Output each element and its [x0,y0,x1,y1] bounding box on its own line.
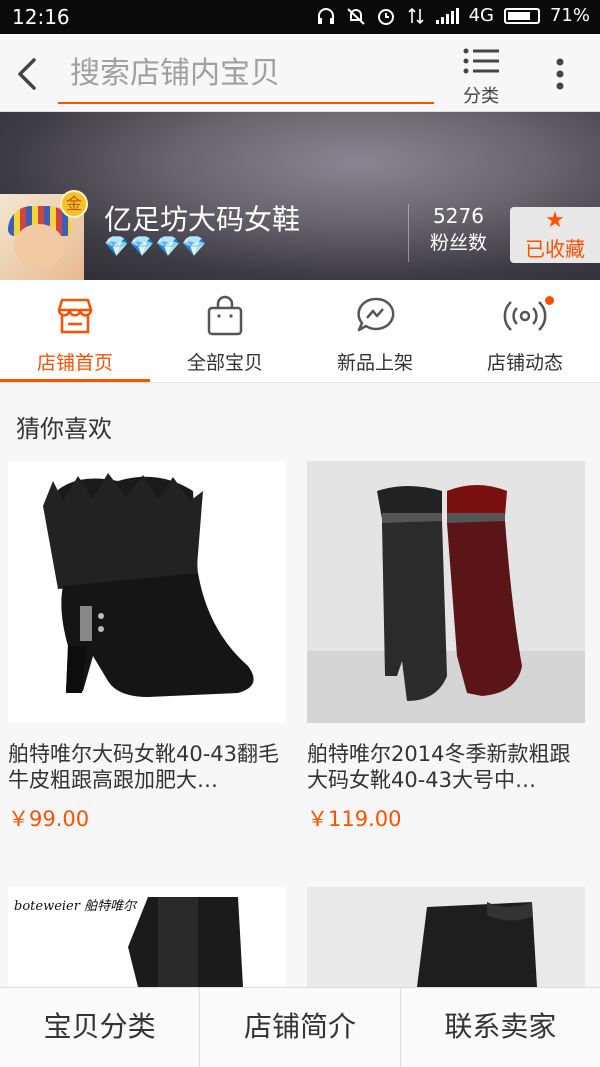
tab-shop-news[interactable]: 店铺动态 [450,280,600,382]
tab-label: 全部宝贝 [186,352,263,374]
product-image[interactable] [307,461,585,723]
search-box [58,44,434,104]
contact-seller-button[interactable]: 联系卖家 [401,988,600,1067]
black-boot-image [8,461,286,723]
category-label: 分类 [463,86,499,107]
recommendations-section: 猜你喜欢 舶特唯尔大码女靴40-43翻毛牛皮粗跟高跟加肥大… ￥99.00 舶特… [0,383,600,987]
product-card[interactable] [307,887,587,987]
product-card[interactable]: 舶特唯尔2014冬季新款粗跟大码女靴40-43大号中… ￥119.00 [307,461,587,833]
tab-label: 店铺首页 [36,352,113,374]
two-boots-image [307,461,585,723]
product-title[interactable]: 舶特唯尔2014冬季新款粗跟大码女靴40-43大号中… [307,741,587,793]
brand-logo: boteweier 舶特唯尔 [14,899,137,914]
star-icon: ★ [545,208,565,233]
battery-level: 71% [549,5,590,26]
tab-label: 新品上架 [336,352,413,374]
search-header: 分类 [0,34,600,112]
fans-label: 粉丝数 [429,232,487,254]
alarm-icon [377,8,394,25]
signal-icon [435,7,459,24]
status-bar: 12:16 4G 71% [0,0,600,34]
tab-all-items[interactable]: 全部宝贝 [150,280,300,382]
new-arrival-icon [357,297,395,332]
more-vertical-icon[interactable] [546,54,574,94]
tab-new-arrivals[interactable]: 新品上架 [300,280,450,382]
tab-label: 店铺动态 [486,352,563,374]
back-arrow-icon[interactable] [12,54,42,94]
section-title: 猜你喜欢 [16,415,112,443]
collect-button[interactable]: ★ 已收藏 [510,207,600,263]
mute-bell-icon [346,7,365,25]
product-card[interactable]: 舶特唯尔大码女靴40-43翻毛牛皮粗跟高跟加肥大… ￥99.00 [8,461,288,833]
status-time: 12:16 [12,5,70,29]
battery-icon [503,7,540,24]
shop-banner: 金 亿足坊大码女鞋 💎💎💎💎 5276 粉丝数 ★ 已收藏 [0,112,600,280]
shopping-bag-icon [207,295,243,336]
boot-partial-image [417,902,537,987]
bottom-action-bar: 宝贝分类 店铺简介 联系卖家 [0,987,600,1067]
shop-intro-button[interactable]: 店铺简介 [200,988,401,1067]
collect-label: 已收藏 [525,237,585,261]
network-type: 4G [468,5,494,26]
fans-counter: 5276 粉丝数 [408,204,508,262]
category-button[interactable]: 分类 [455,46,507,107]
search-input[interactable] [58,44,434,102]
shop-tabs: 店铺首页 全部宝贝 新品上架 店铺动态 [0,280,600,383]
headset-icon [317,7,334,24]
storefront-icon [57,298,93,334]
product-title[interactable]: 舶特唯尔大码女靴40-43翻毛牛皮粗跟高跟加肥大… [8,741,288,793]
product-price: ￥99.00 [8,807,90,831]
item-category-button[interactable]: 宝贝分类 [0,988,201,1067]
product-image[interactable] [8,461,286,723]
product-image[interactable] [307,887,585,987]
fans-count: 5276 [433,204,484,228]
notification-dot [545,296,554,305]
product-price: ￥119.00 [307,807,402,831]
data-transfer-icon [408,7,424,24]
shop-name: 亿足坊大码女鞋 [104,203,301,236]
list-icon [463,48,499,74]
product-card[interactable]: boteweier 舶特唯尔 [8,887,288,987]
tab-shop-home[interactable]: 店铺首页 [0,280,150,382]
gold-badge: 金 [60,190,88,218]
broadcast-icon [503,301,547,331]
diamond-rating: 💎💎💎💎 [104,234,208,258]
product-image[interactable]: boteweier 舶特唯尔 [8,887,286,987]
